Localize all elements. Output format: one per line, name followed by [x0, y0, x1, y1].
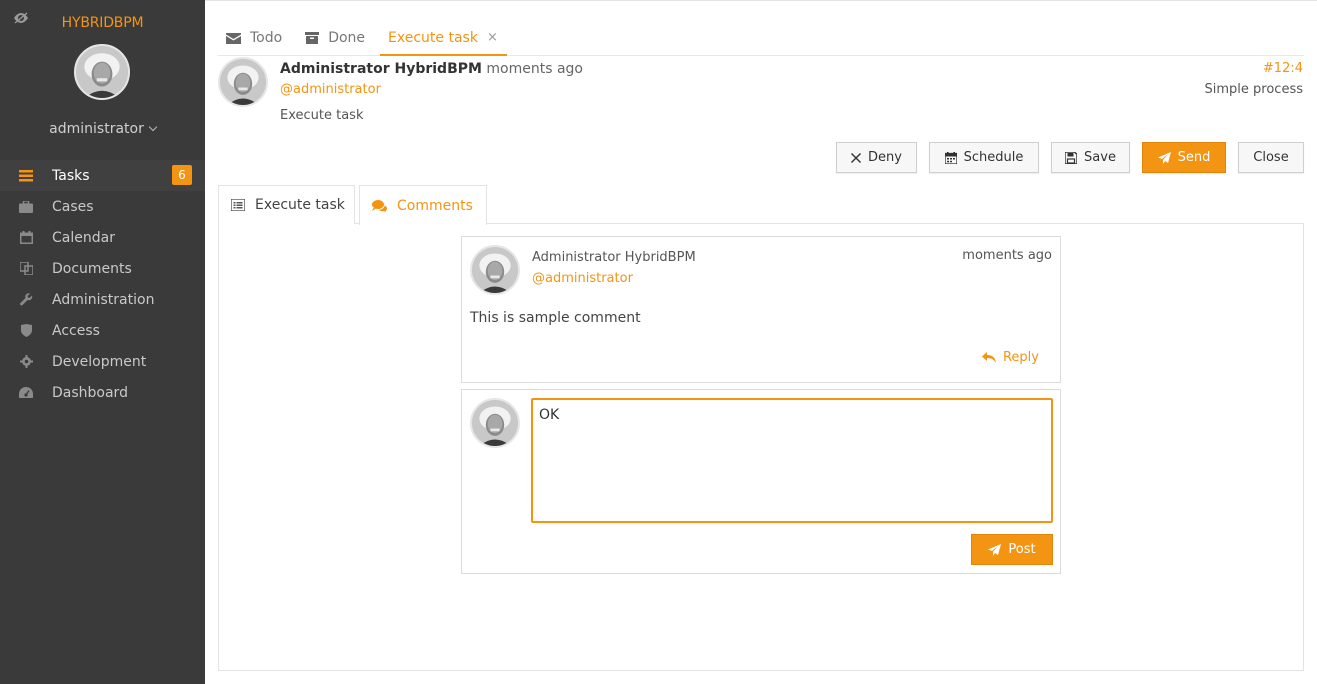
tasks-icon	[19, 169, 33, 183]
sidebar-item-documents[interactable]: Documents	[0, 253, 205, 284]
tab-label: Execute task	[388, 29, 478, 46]
sidebar-item-dashboard[interactable]: Dashboard	[0, 377, 205, 408]
schedule-label: Schedule	[963, 150, 1024, 165]
close-icon	[851, 152, 862, 163]
archive-icon	[305, 32, 320, 44]
comment-text: This is sample comment	[470, 310, 641, 326]
comment-input[interactable]: OK	[531, 398, 1053, 523]
close-label: Close	[1253, 150, 1289, 165]
post-label: Post	[1008, 542, 1036, 557]
deny-label: Deny	[868, 150, 902, 165]
paper-plane-icon	[988, 543, 1002, 556]
task-time: moments ago	[486, 61, 583, 77]
comment-author-name: Administrator HybridBPM	[532, 250, 696, 265]
calendar-icon	[944, 151, 957, 164]
sidebar-item-administration[interactable]: Administration	[0, 284, 205, 315]
tab-label: Comments	[397, 197, 473, 214]
calendar-icon	[19, 231, 33, 245]
comment-author-handle-link[interactable]: @administrator	[532, 271, 633, 286]
tab-label: Execute task	[255, 197, 345, 213]
sidebar-item-calendar[interactable]: Calendar	[0, 222, 205, 253]
current-user-avatar	[470, 398, 520, 448]
sidebar-item-cases[interactable]: Cases	[0, 191, 205, 222]
reply-label: Reply	[1002, 350, 1039, 365]
task-author-name: Administrator HybridBPM	[280, 61, 482, 77]
tab-done[interactable]: Done	[297, 21, 374, 55]
tab-label: Done	[328, 30, 366, 46]
sidebar-item-label: Development	[52, 353, 147, 370]
sidebar-item-label: Documents	[52, 260, 132, 277]
shield-icon	[19, 324, 33, 338]
documents-icon	[19, 262, 33, 276]
list-icon	[231, 199, 245, 211]
comment-time: moments ago	[962, 248, 1052, 263]
sidebar-item-label: Access	[52, 322, 100, 339]
send-button[interactable]: Send	[1142, 142, 1226, 173]
task-author-line: Administrator HybridBPM moments ago	[280, 61, 583, 77]
main-content: Todo Done Execute task × Administrator H…	[205, 0, 1317, 684]
post-button[interactable]: Post	[971, 534, 1053, 565]
task-author-handle-link[interactable]: @administrator	[280, 82, 381, 97]
dashboard-icon	[19, 386, 33, 400]
user-menu[interactable]: administrator	[0, 121, 205, 137]
paper-plane-icon	[1157, 151, 1171, 164]
user-name: administrator	[49, 121, 144, 137]
tab-comments[interactable]: Comments	[359, 185, 487, 225]
sidebar: HYBRIDBPM administrator Tasks 6 Cases Ca…	[0, 0, 205, 684]
task-process-name: Simple process	[1204, 82, 1303, 97]
sidebar-item-label: Tasks	[52, 167, 90, 184]
save-button[interactable]: Save	[1051, 142, 1130, 173]
inner-tab-bar: Execute task Comments	[218, 185, 1304, 225]
gear-icon	[19, 355, 33, 369]
tab-execute-task-form[interactable]: Execute task	[218, 185, 355, 224]
send-label: Send	[1177, 150, 1211, 165]
deny-button[interactable]: Deny	[836, 142, 917, 173]
sidebar-item-access[interactable]: Access	[0, 315, 205, 346]
task-name: Execute task	[280, 108, 364, 123]
sidebar-item-label: Administration	[52, 291, 155, 308]
reply-icon	[981, 352, 996, 363]
top-tab-bar: Todo Done Execute task ×	[218, 21, 1304, 56]
sidebar-item-tasks[interactable]: Tasks 6	[0, 160, 205, 191]
envelope-icon	[226, 32, 241, 44]
tasks-count-badge: 6	[172, 165, 192, 185]
reply-link[interactable]: Reply	[981, 350, 1039, 365]
sidebar-menu: Tasks 6 Cases Calendar Documents Adminis…	[0, 160, 205, 408]
chevron-down-icon	[148, 122, 158, 132]
sidebar-item-label: Cases	[52, 198, 94, 215]
sidebar-item-label: Dashboard	[52, 384, 128, 401]
user-avatar[interactable]	[74, 44, 130, 100]
floppy-disk-icon	[1065, 151, 1078, 164]
wrench-icon	[19, 293, 33, 307]
comments-icon	[372, 199, 387, 212]
briefcase-icon	[19, 200, 33, 214]
close-tab-icon[interactable]: ×	[487, 30, 498, 45]
save-label: Save	[1084, 150, 1116, 165]
schedule-button[interactable]: Schedule	[929, 142, 1039, 173]
sidebar-item-development[interactable]: Development	[0, 346, 205, 377]
comment-author-avatar	[470, 245, 520, 295]
task-id-link[interactable]: #12:4	[1263, 61, 1303, 76]
comment-card: Administrator HybridBPM @administrator m…	[461, 236, 1061, 383]
reply-form: OK Post	[461, 389, 1061, 574]
tab-execute-task[interactable]: Execute task ×	[380, 21, 507, 56]
close-button[interactable]: Close	[1238, 142, 1304, 173]
tab-todo[interactable]: Todo	[218, 21, 291, 55]
sidebar-item-label: Calendar	[52, 229, 115, 246]
tab-label: Todo	[250, 30, 283, 46]
task-author-avatar	[218, 57, 268, 107]
brand-name: HYBRIDBPM	[61, 15, 144, 31]
